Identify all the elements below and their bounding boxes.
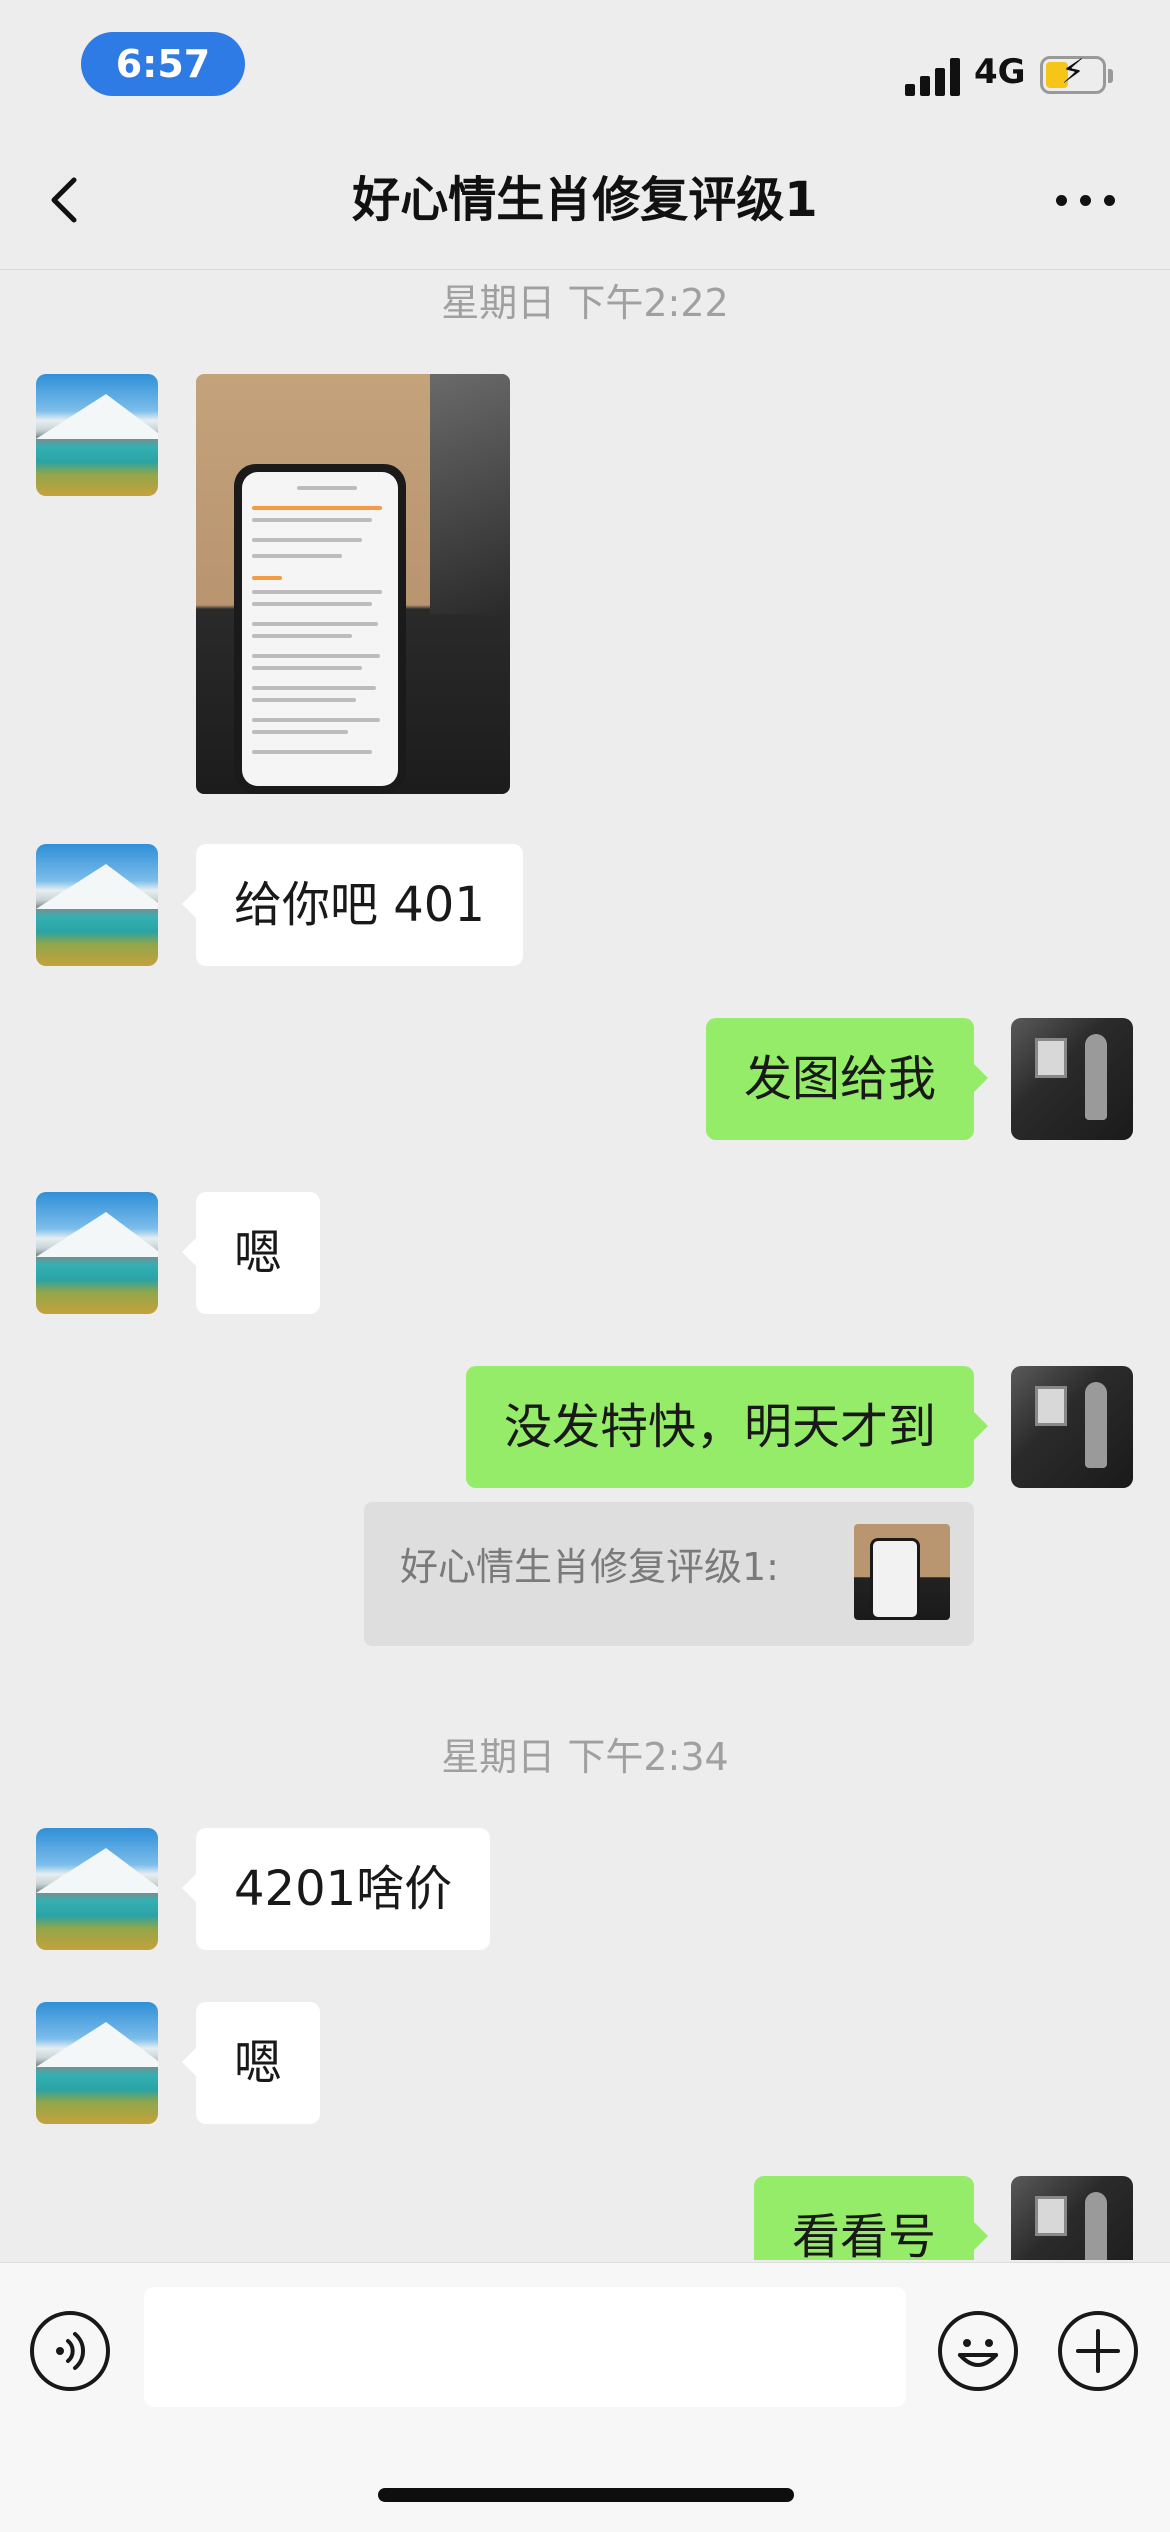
home-indicator[interactable] (378, 2488, 794, 2502)
my-avatar[interactable] (1011, 2176, 1133, 2260)
voice-icon (56, 2332, 86, 2370)
message-bubble[interactable]: 嗯 (181, 2002, 321, 2124)
quoted-image-thumbnail (854, 1524, 950, 1620)
contact-avatar[interactable] (36, 2002, 158, 2124)
more-dots-icon (1056, 195, 1067, 206)
more-button[interactable] (1050, 180, 1120, 220)
quoted-message-text: 好心情生肖修复评级1: (400, 1545, 779, 1589)
emoji-button[interactable] (938, 2311, 1018, 2391)
message-bubble[interactable]: 看看号 (753, 2176, 989, 2260)
back-button[interactable] (40, 174, 92, 226)
status-time[interactable]: 6:57 (81, 32, 245, 96)
contact-avatar[interactable] (36, 844, 158, 966)
message-bubble[interactable]: 发图给我 (705, 1018, 989, 1140)
message-list[interactable]: 星期日 下午2:22 给你吧 401 发图给我 嗯 没发特快，明天才到 好心情生… (0, 270, 1170, 2260)
message-bubble[interactable]: 4201啥价 (181, 1828, 491, 1950)
contact-avatar[interactable] (36, 1828, 158, 1950)
contact-avatar[interactable] (36, 1192, 158, 1314)
message-bubble[interactable]: 没发特快，明天才到 (465, 1366, 989, 1488)
cellular-signal-icon (905, 58, 963, 96)
emoji-icon (958, 2339, 998, 2367)
voice-button[interactable] (30, 2311, 110, 2391)
chat-header: 好心情生肖修复评级1 (0, 130, 1170, 270)
message-timestamp: 星期日 下午2:22 (441, 281, 729, 325)
plus-button[interactable] (1058, 2311, 1138, 2391)
quoted-message[interactable]: 好心情生肖修复评级1: (364, 1502, 974, 1646)
message-bubble[interactable]: 嗯 (181, 1192, 321, 1314)
message-input[interactable] (144, 2287, 906, 2407)
plus-icon (1076, 2329, 1120, 2373)
status-bar: 6:57 4G ⚡ (0, 0, 1170, 130)
battery-charging-icon: ⚡ (1040, 55, 1113, 94)
image-message[interactable] (196, 374, 510, 794)
chevron-left-icon (51, 177, 77, 223)
my-avatar[interactable] (1011, 1366, 1133, 1488)
contact-avatar[interactable] (36, 374, 158, 496)
network-type: 4G (974, 52, 1026, 92)
message-bubble[interactable]: 给你吧 401 (182, 844, 523, 966)
message-timestamp: 星期日 下午2:34 (441, 1735, 729, 1779)
chat-title: 好心情生肖修复评级1 (352, 172, 818, 228)
my-avatar[interactable] (1011, 1018, 1133, 1140)
